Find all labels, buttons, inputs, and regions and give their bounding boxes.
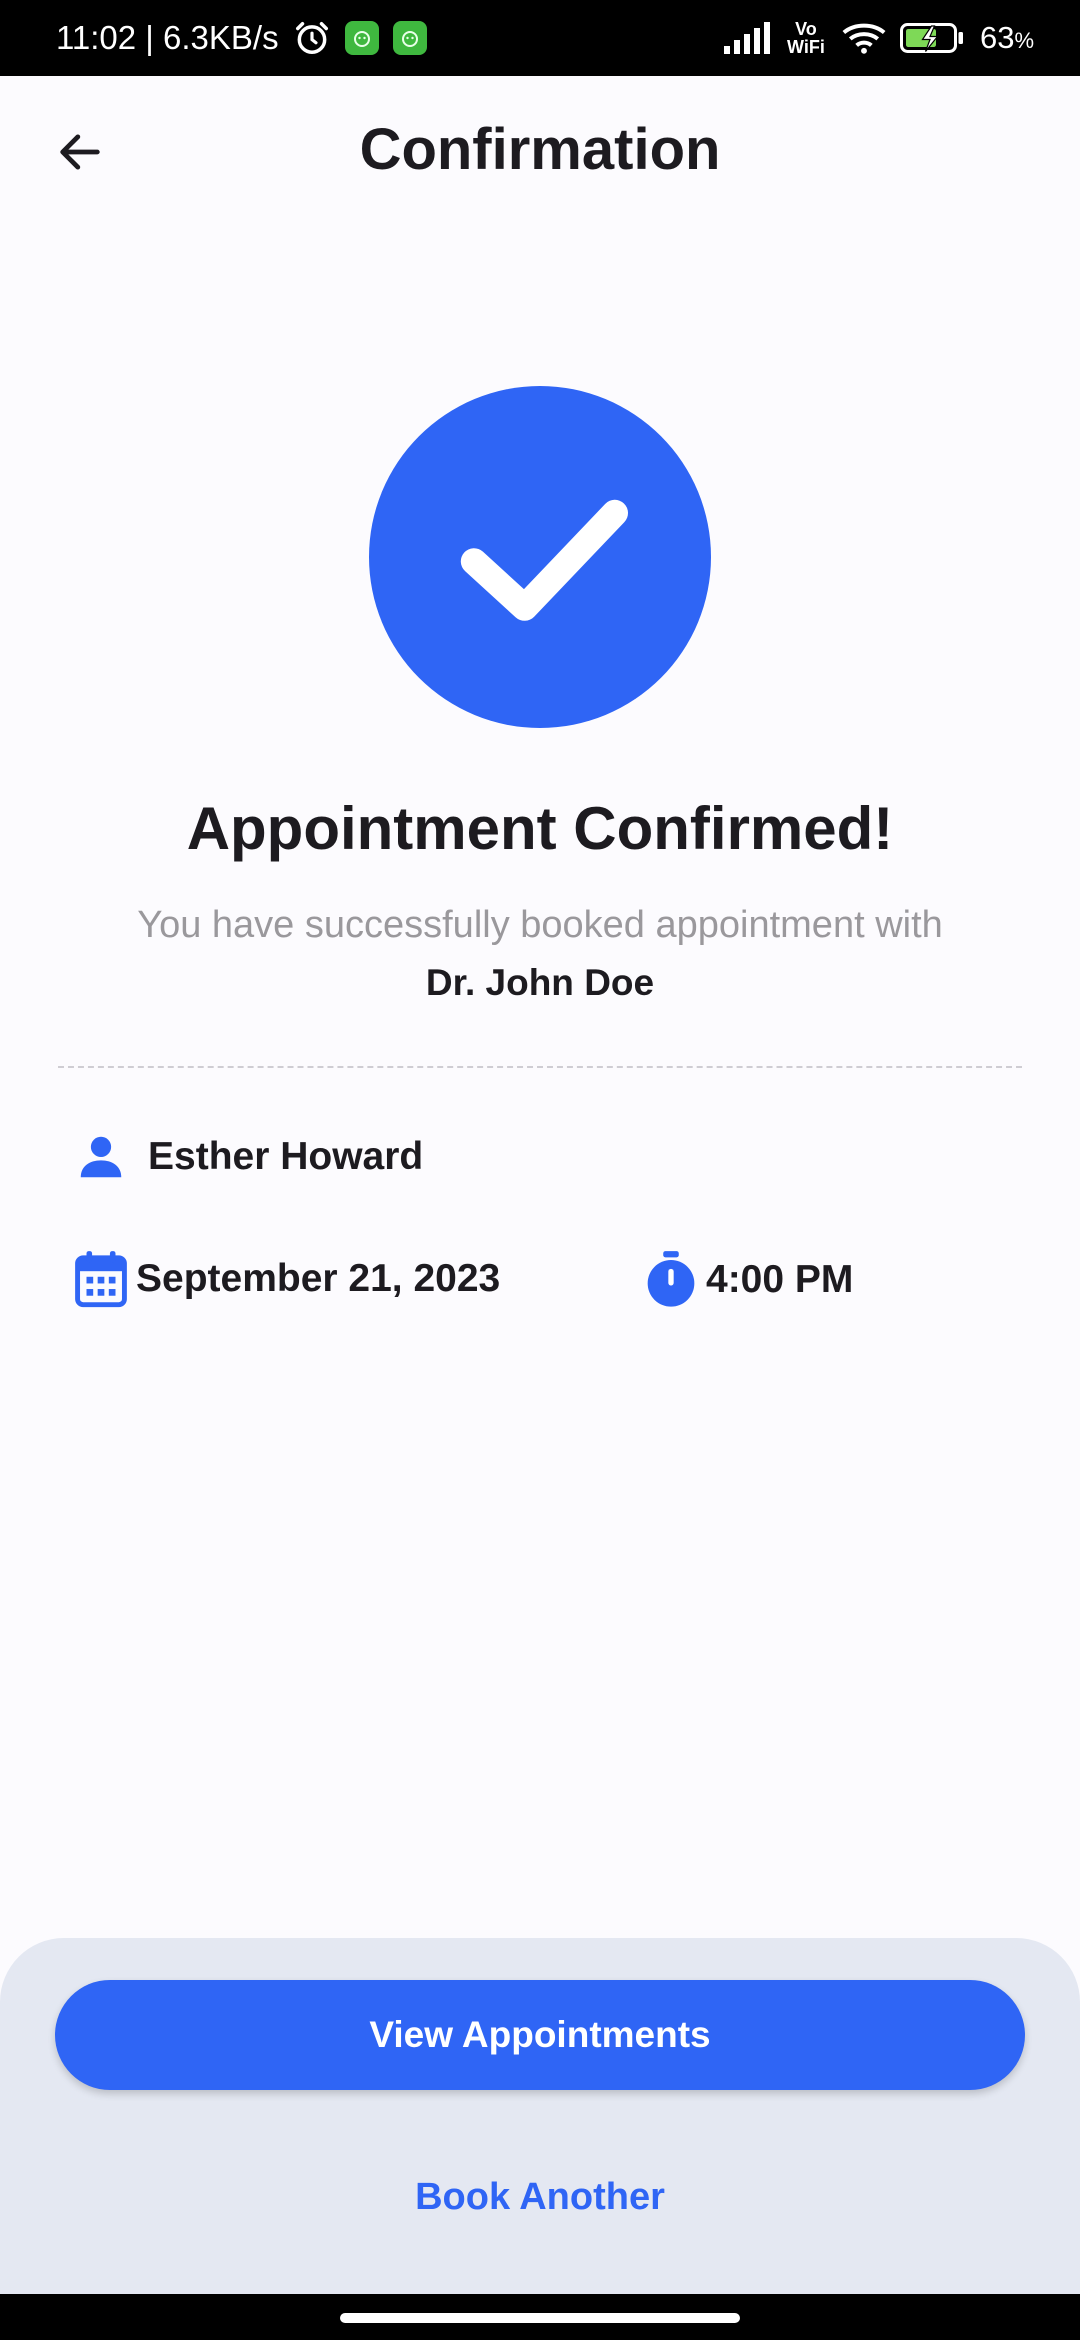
status-right: Vo WiFi 63% (722, 20, 1034, 56)
book-another-button[interactable]: Book Another (340, 2162, 740, 2232)
system-nav-bar (0, 2294, 1080, 2340)
wifi-icon (842, 21, 886, 55)
status-bar: 11:02 | 6.3KB/s Vo WiFi 63% (0, 0, 1080, 76)
patient-name: Esther Howard (148, 1135, 424, 1178)
signal-icon (722, 22, 770, 54)
status-time: 11:02 | 6.3KB/s (56, 19, 279, 56)
divider (58, 1066, 1022, 1068)
home-indicator[interactable] (340, 2313, 740, 2323)
app-bar: Confirmation (0, 76, 1080, 226)
appointment-time: 4:00 PM (706, 1258, 854, 1301)
vowifi-label: Vo WiFi (787, 19, 825, 57)
status-left: 11:02 | 6.3KB/s (56, 19, 427, 57)
alarm-icon (293, 19, 331, 57)
battery-charging-icon (899, 21, 966, 55)
battery-unit: % (1014, 28, 1034, 53)
view-appointments-button[interactable]: View Appointments (55, 1980, 1025, 2090)
appointment-date: September 21, 2023 (136, 1257, 501, 1300)
time-row: 4:00 PM (644, 1250, 853, 1310)
stopwatch-icon (644, 1250, 698, 1310)
bottom-action-panel: View Appointments Book Another (0, 1938, 1080, 2294)
battery-value: 63 (979, 20, 1015, 55)
notification-app-icon (392, 21, 427, 55)
date-row: September 21, 2023 (74, 1250, 500, 1308)
check-circle-icon (369, 386, 711, 728)
page-title: Confirmation (359, 117, 721, 182)
battery-percent: 63% (980, 20, 1034, 56)
calendar-icon (74, 1250, 128, 1308)
patient-row: Esther Howard (74, 1130, 423, 1184)
confirmation-subtext: You have successfully booked appointment… (137, 904, 943, 946)
person-icon (74, 1130, 128, 1184)
doctor-name: Dr. John Doe (425, 962, 655, 1003)
notification-app-icon (344, 21, 379, 55)
confirmation-headline: Appointment Confirmed! (186, 795, 894, 862)
